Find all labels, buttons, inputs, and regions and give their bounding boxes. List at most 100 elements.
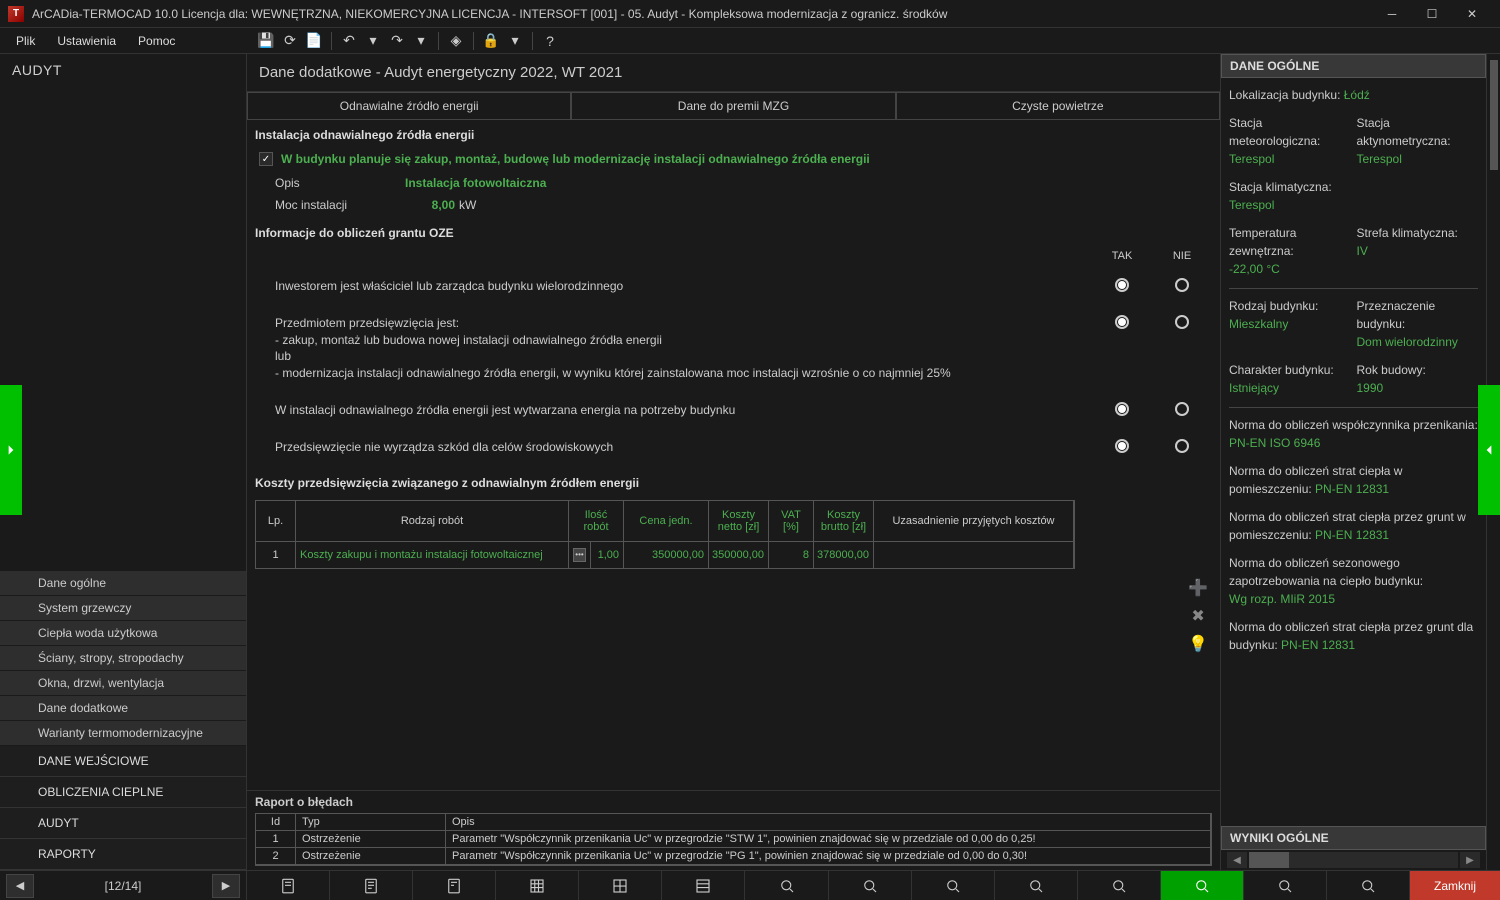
cost-row-1[interactable]: 1 Koszty zakupu i montażu instalacji fot… bbox=[256, 542, 1074, 568]
export-icon[interactable]: 📄 bbox=[303, 30, 325, 52]
redo-dropdown-icon[interactable]: ▾ bbox=[410, 30, 432, 52]
q2-tak-radio[interactable] bbox=[1115, 315, 1129, 329]
scroll-left-icon[interactable]: ◀ bbox=[1227, 852, 1247, 868]
panel-dane-ogolne-header[interactable]: DANE OGÓLNE bbox=[1221, 54, 1486, 78]
nav-next-handle[interactable] bbox=[1478, 385, 1500, 515]
pager-next-button[interactable]: ▶ bbox=[212, 874, 240, 898]
q3-tak-radio[interactable] bbox=[1115, 402, 1129, 416]
sb-tab-3[interactable] bbox=[413, 871, 496, 900]
q2-nie-radio[interactable] bbox=[1175, 315, 1189, 329]
tab-mzg[interactable]: Dane do premii MZG bbox=[571, 92, 895, 120]
strefa-value: IV bbox=[1357, 242, 1479, 260]
menu-help[interactable]: Pomoc bbox=[138, 34, 175, 48]
minimize-button[interactable]: ─ bbox=[1372, 0, 1412, 28]
q1-nie-radio[interactable] bbox=[1175, 278, 1189, 292]
n2-value: PN-EN 12831 bbox=[1315, 482, 1389, 496]
save-icon[interactable]: 💾 bbox=[255, 30, 277, 52]
meteo-value: Terespol bbox=[1229, 150, 1351, 168]
scroll-right-icon[interactable]: ▶ bbox=[1460, 852, 1480, 868]
n4-value: Wg rozp. MIiR 2015 bbox=[1229, 592, 1335, 606]
nav-cat-dane-wejsciowe[interactable]: DANE WEJŚCIOWE bbox=[0, 746, 246, 777]
opis-value[interactable]: Instalacja fotowoltaiczna bbox=[405, 176, 546, 190]
close-button[interactable]: Zamknij bbox=[1410, 871, 1500, 900]
bulb-icon[interactable]: 💡 bbox=[1188, 634, 1208, 654]
cell-cena[interactable]: 350000,00 bbox=[624, 542, 709, 568]
nav-dane-dodatkowe[interactable]: Dane dodatkowe bbox=[0, 696, 246, 721]
menu-settings[interactable]: Ustawienia bbox=[57, 34, 116, 48]
panel-right: DANE OGÓLNE Lokalizacja budynku: Łódź St… bbox=[1220, 54, 1486, 870]
undo-dropdown-icon[interactable]: ▾ bbox=[362, 30, 384, 52]
tab-oze[interactable]: Odnawialne źródło energii bbox=[247, 92, 571, 120]
grant-q4: Przedsięwzięcie nie wyrządza szkód dla c… bbox=[275, 439, 1092, 456]
klim-value: Terespol bbox=[1229, 196, 1478, 214]
titlebar: T ArCADia-TERMOCAD 10.0 Licencja dla: WE… bbox=[0, 0, 1500, 28]
akty-label: Stacja aktynometryczna: bbox=[1357, 114, 1479, 150]
scroll-track[interactable] bbox=[1249, 852, 1458, 868]
sb-tab-13[interactable] bbox=[1244, 871, 1327, 900]
cell-uzas[interactable] bbox=[874, 542, 1074, 568]
q3-nie-radio[interactable] bbox=[1175, 402, 1189, 416]
sb-tab-7[interactable] bbox=[745, 871, 828, 900]
row-menu-button[interactable]: ••• bbox=[573, 548, 586, 562]
cell-brutto[interactable]: 378000,00 bbox=[814, 542, 874, 568]
lock-icon[interactable]: 🔒 bbox=[480, 30, 502, 52]
checkbox-oze-planned[interactable] bbox=[259, 152, 273, 166]
scroll-thumb[interactable] bbox=[1249, 852, 1289, 868]
sb-tab-2[interactable] bbox=[330, 871, 413, 900]
refresh-icon[interactable]: ⟳ bbox=[279, 30, 301, 52]
pager-prev-button[interactable]: ◀ bbox=[6, 874, 34, 898]
n4-label: Norma do obliczeń sezonowego zapotrzebow… bbox=[1229, 556, 1423, 588]
sb-tab-11[interactable] bbox=[1078, 871, 1161, 900]
sb-tab-4[interactable] bbox=[496, 871, 579, 900]
statusbar: ◀ [12/14] ▶ Zamknij bbox=[0, 870, 1500, 900]
sb-tab-9[interactable] bbox=[912, 871, 995, 900]
close-window-button[interactable]: ✕ bbox=[1452, 0, 1492, 28]
klim-label: Stacja klimatyczna: bbox=[1229, 178, 1478, 196]
th-brutto: Koszty brutto [zł] bbox=[814, 501, 874, 542]
lock-dropdown-icon[interactable]: ▾ bbox=[504, 30, 526, 52]
menu-file[interactable]: Plik bbox=[16, 34, 35, 48]
akty-value: Terespol bbox=[1357, 150, 1479, 168]
report-row-2[interactable]: 2 Ostrzeżenie Parametr "Współczynnik prz… bbox=[256, 848, 1211, 865]
moc-value[interactable]: 8,00 bbox=[405, 198, 455, 212]
sb-tab-14[interactable] bbox=[1327, 871, 1410, 900]
nav-okna[interactable]: Okna, drzwi, wentylacja bbox=[0, 671, 246, 696]
th-vat: VAT [%] bbox=[769, 501, 814, 542]
sb-tab-10[interactable] bbox=[995, 871, 1078, 900]
add-row-icon[interactable]: ➕ bbox=[1188, 578, 1208, 598]
nav-cwu[interactable]: Ciepła woda użytkowa bbox=[0, 621, 246, 646]
undo-icon[interactable]: ↶ bbox=[338, 30, 360, 52]
maximize-button[interactable]: ☐ bbox=[1412, 0, 1452, 28]
right-outer-scrollbar-thumb[interactable] bbox=[1490, 60, 1498, 170]
menubar: Plik Ustawienia Pomoc 💾 ⟳ 📄 ↶ ▾ ↷ ▾ ◈ 🔒 … bbox=[0, 28, 1500, 54]
nav-cat-raporty[interactable]: RAPORTY bbox=[0, 839, 246, 870]
cell-ilosc[interactable]: 1,00 bbox=[591, 542, 624, 568]
q4-nie-radio[interactable] bbox=[1175, 439, 1189, 453]
nav-dane-ogolne[interactable]: Dane ogólne bbox=[0, 571, 246, 596]
report-row-1[interactable]: 1 Ostrzeżenie Parametr "Współczynnik prz… bbox=[256, 831, 1211, 848]
nav-prev-handle[interactable] bbox=[0, 385, 22, 515]
nav-cat-obliczenia[interactable]: OBLICZENIA CIEPLNE bbox=[0, 777, 246, 808]
redo-icon[interactable]: ↷ bbox=[386, 30, 408, 52]
nav-cat-audyt[interactable]: AUDYT bbox=[0, 808, 246, 839]
sb-tab-6[interactable] bbox=[662, 871, 745, 900]
q4-tak-radio[interactable] bbox=[1115, 439, 1129, 453]
q1-tak-radio[interactable] bbox=[1115, 278, 1129, 292]
sb-tab-8[interactable] bbox=[829, 871, 912, 900]
report-title: Raport o błędach bbox=[247, 791, 1220, 813]
delete-row-icon[interactable]: ✖ bbox=[1191, 606, 1204, 626]
cell-netto[interactable]: 350000,00 bbox=[709, 542, 769, 568]
layers-icon[interactable]: ◈ bbox=[445, 30, 467, 52]
temp-value: -22,00 °C bbox=[1229, 260, 1351, 278]
nav-warianty[interactable]: Warianty termomodernizacyjne bbox=[0, 721, 246, 746]
nav-sciany[interactable]: Ściany, stropy, stropodachy bbox=[0, 646, 246, 671]
sb-tab-12[interactable] bbox=[1161, 871, 1244, 900]
help-icon[interactable]: ? bbox=[539, 30, 561, 52]
sb-tab-5[interactable] bbox=[579, 871, 662, 900]
cell-vat[interactable]: 8 bbox=[769, 542, 814, 568]
sb-tab-1[interactable] bbox=[247, 871, 330, 900]
panel-wyniki-header[interactable]: WYNIKI OGÓLNE bbox=[1221, 826, 1486, 850]
cell-name[interactable]: Koszty zakupu i montażu instalacji fotow… bbox=[296, 542, 569, 568]
tab-czyste-powietrze[interactable]: Czyste powietrze bbox=[896, 92, 1220, 120]
nav-system-grzewczy[interactable]: System grzewczy bbox=[0, 596, 246, 621]
